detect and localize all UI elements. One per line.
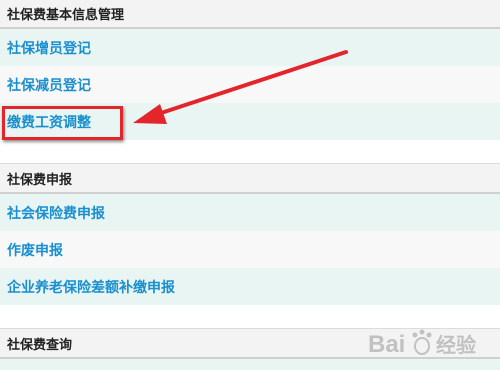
menu-item-void-declaration[interactable]: 作废申报 bbox=[0, 231, 500, 268]
menu-item-add-staff[interactable]: 社保增员登记 bbox=[0, 29, 500, 66]
menu-item-label: 作废申报 bbox=[7, 242, 63, 259]
menu-item-pension-supplement[interactable]: 企业养老保险差额补缴申报 bbox=[0, 268, 500, 305]
watermark-suffix: 经验 bbox=[436, 333, 476, 357]
menu-item-label: 企业养老保险差额补缴申报 bbox=[7, 279, 175, 296]
section-gap bbox=[0, 140, 500, 163]
section-header-declaration: 社保费申报 bbox=[0, 163, 500, 194]
section-title: 社保费基本信息管理 bbox=[7, 8, 125, 23]
section-header-basic-info: 社保费基本信息管理 bbox=[0, 0, 500, 29]
menu-item-label: 社保增员登记 bbox=[7, 40, 91, 57]
watermark-brand: Bai bbox=[368, 331, 405, 358]
baidu-watermark-logo: Bai 经验 bbox=[368, 329, 476, 358]
paw-icon bbox=[412, 329, 432, 355]
highlight-box bbox=[2, 106, 123, 140]
menu-item-insurance-declaration[interactable]: 社会保险费申报 bbox=[0, 194, 500, 231]
menu-panel: 社保费基本信息管理 社保增员登记 社保减员登记 缴费工资调整 社保费申报 社会保… bbox=[0, 0, 500, 370]
menu-item-label: 社保减员登记 bbox=[7, 77, 91, 94]
section-title: 社保费申报 bbox=[7, 172, 73, 188]
menu-item-remove-staff[interactable]: 社保减员登记 bbox=[0, 66, 500, 103]
section-title: 社保费查询 bbox=[7, 337, 73, 353]
menu-item-label: 社会保险费申报 bbox=[7, 205, 105, 222]
